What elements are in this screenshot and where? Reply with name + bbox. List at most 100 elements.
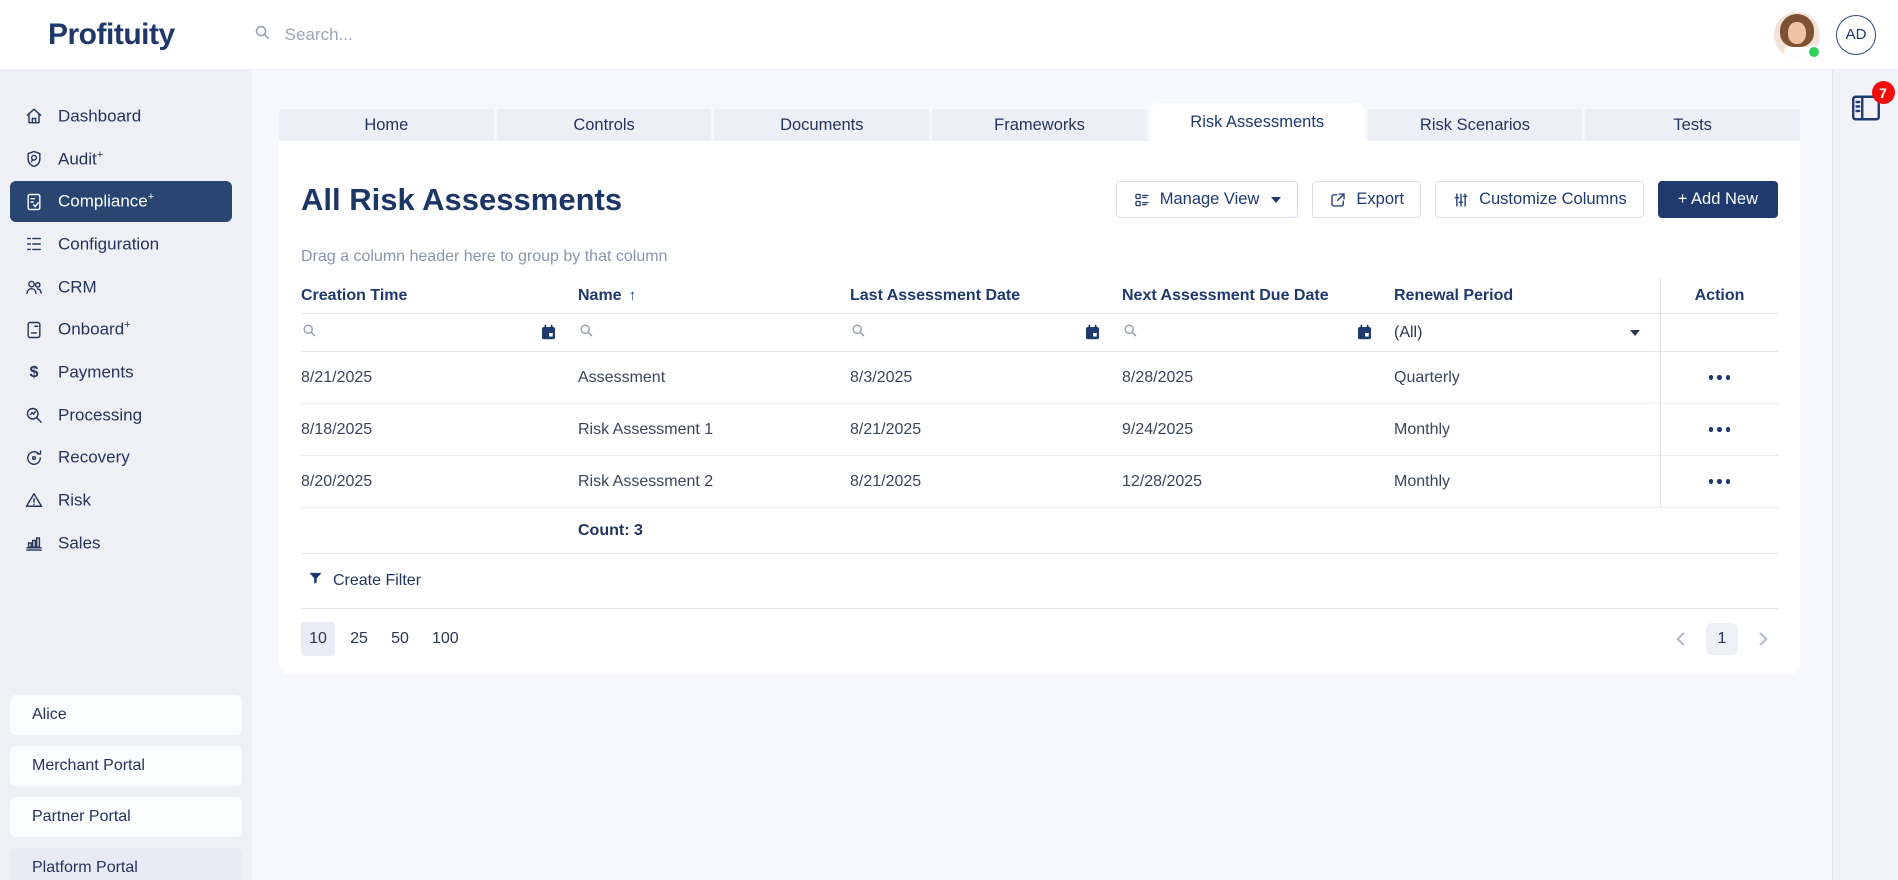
column-header-creation-time[interactable]: Creation Time bbox=[301, 278, 578, 313]
sidebar-item[interactable]: $ Payments bbox=[10, 352, 232, 393]
column-header-next-assessment-due-date[interactable]: Next Assessment Due Date bbox=[1122, 278, 1394, 313]
sidebar-item-label: Processing bbox=[58, 405, 142, 426]
next-assessment-due-date-filter bbox=[1122, 314, 1394, 351]
column-header-renewal-period[interactable]: Renewal Period bbox=[1394, 278, 1660, 313]
risk-assessments-table: Creation Time Name↑ Last Assessment Date… bbox=[301, 278, 1778, 554]
renewal-period-filter-select[interactable]: (All) bbox=[1394, 314, 1660, 351]
cell-creation-time: 8/18/2025 bbox=[301, 421, 578, 439]
tab[interactable]: Risk Assessments bbox=[1150, 103, 1365, 141]
magnifier-icon bbox=[24, 405, 44, 425]
user-avatar[interactable] bbox=[1774, 12, 1820, 58]
sidebar-item-label: Configuration bbox=[58, 234, 159, 255]
tab[interactable]: Risk Scenarios bbox=[1368, 109, 1583, 141]
search-icon bbox=[578, 322, 595, 344]
cell-last-assessment-date: 8/21/2025 bbox=[850, 421, 1122, 439]
current-page-button[interactable]: 1 bbox=[1706, 623, 1738, 655]
account-initials-badge[interactable]: AD bbox=[1836, 15, 1876, 55]
sidebar-item[interactable]: Processing bbox=[10, 395, 232, 436]
sidebar-item[interactable]: Audit+ bbox=[10, 139, 232, 180]
side-panel-icon[interactable]: 7 bbox=[1848, 90, 1884, 129]
next-assessment-due-date-filter-input[interactable] bbox=[1147, 323, 1347, 343]
avatar-face bbox=[1788, 22, 1806, 44]
dollar-icon: $ bbox=[24, 362, 44, 382]
sidebar-nav: Dashboard Audit+ Compliance+ Con bbox=[0, 94, 252, 565]
users-icon bbox=[24, 277, 44, 297]
row-actions-ellipsis-button[interactable] bbox=[1701, 367, 1739, 388]
page-size-button[interactable]: 100 bbox=[424, 622, 467, 656]
portal-links: Alice Merchant Portal Partner Portal Pla… bbox=[0, 695, 252, 880]
export-icon bbox=[1329, 191, 1347, 209]
sidebar-item-label: Risk bbox=[58, 490, 91, 511]
customize-columns-button[interactable]: Customize Columns bbox=[1435, 181, 1644, 218]
add-new-button[interactable]: + Add New bbox=[1658, 181, 1778, 218]
home-icon bbox=[24, 106, 44, 126]
cell-name: Risk Assessment 1 bbox=[578, 421, 850, 439]
filter-funnel-icon bbox=[307, 570, 324, 592]
search-icon bbox=[850, 322, 867, 344]
cell-next-assessment-due-date: 8/28/2025 bbox=[1122, 369, 1394, 387]
tab-bar: Home Controls Documents Frameworks Risk … bbox=[279, 103, 1800, 141]
search-icon bbox=[253, 23, 272, 47]
calendar-icon[interactable] bbox=[539, 323, 558, 342]
sidebar-item-label: Compliance+ bbox=[58, 191, 154, 212]
table-header-row: Creation Time Name↑ Last Assessment Date… bbox=[301, 278, 1778, 314]
portal-link[interactable]: Platform Portal bbox=[10, 848, 242, 880]
portal-link[interactable]: Merchant Portal bbox=[10, 746, 242, 786]
search-input[interactable] bbox=[283, 24, 713, 46]
previous-page-chevron-icon[interactable] bbox=[1666, 624, 1696, 654]
tab[interactable]: Home bbox=[279, 109, 494, 141]
page-size-button[interactable]: 25 bbox=[342, 622, 376, 656]
creation-time-filter-input[interactable] bbox=[326, 323, 531, 343]
sidebar-item[interactable]: Onboard+ bbox=[10, 309, 232, 350]
sidebar-item[interactable]: CRM bbox=[10, 267, 232, 308]
online-status-dot bbox=[1807, 45, 1821, 59]
create-filter-button[interactable]: Create Filter bbox=[303, 568, 425, 594]
row-actions-ellipsis-button[interactable] bbox=[1701, 419, 1739, 440]
svg-text:$: $ bbox=[30, 364, 39, 381]
cell-action bbox=[1660, 352, 1778, 403]
sidebar-item[interactable]: Configuration bbox=[10, 224, 232, 265]
manage-view-button[interactable]: Manage View bbox=[1116, 181, 1299, 218]
cell-name: Assessment bbox=[578, 369, 850, 387]
tab[interactable]: Tests bbox=[1585, 109, 1800, 141]
row-actions-ellipsis-button[interactable] bbox=[1701, 471, 1739, 492]
sidebar-item[interactable]: Compliance+ bbox=[10, 181, 232, 222]
sidebar-item[interactable]: Recovery bbox=[10, 437, 232, 478]
cell-renewal-period: Monthly bbox=[1394, 473, 1660, 491]
sidebar-item[interactable]: Risk bbox=[10, 480, 232, 521]
portal-link-label: Alice bbox=[32, 706, 67, 724]
name-filter-input[interactable] bbox=[603, 323, 830, 343]
export-button[interactable]: Export bbox=[1312, 181, 1421, 218]
sidebar-item[interactable]: Dashboard bbox=[10, 96, 232, 137]
next-page-chevron-icon[interactable] bbox=[1748, 624, 1778, 654]
sidebar-item-label: Payments bbox=[58, 362, 134, 383]
sidebar-item-label: Dashboard bbox=[58, 106, 141, 127]
app-logo: Profituity bbox=[48, 18, 175, 52]
last-assessment-date-filter-input[interactable] bbox=[875, 323, 1075, 343]
calendar-icon[interactable] bbox=[1083, 323, 1102, 342]
cell-next-assessment-due-date: 9/24/2025 bbox=[1122, 421, 1394, 439]
portal-link[interactable]: Alice bbox=[10, 695, 242, 735]
sidebar-item[interactable]: Sales bbox=[10, 523, 232, 564]
content-card: All Risk Assessments Manage View bbox=[279, 141, 1800, 674]
column-header-action: Action bbox=[1660, 278, 1778, 313]
export-label: Export bbox=[1356, 190, 1404, 209]
pagination-bar: 10 25 50 100 1 bbox=[301, 609, 1778, 656]
page-size-button[interactable]: 50 bbox=[383, 622, 417, 656]
column-header-last-assessment-date[interactable]: Last Assessment Date bbox=[850, 278, 1122, 313]
column-header-name[interactable]: Name↑ bbox=[578, 278, 850, 313]
global-search bbox=[253, 23, 713, 47]
bar-chart-icon bbox=[24, 533, 44, 553]
portal-link[interactable]: Partner Portal bbox=[10, 797, 242, 837]
tab[interactable]: Controls bbox=[497, 109, 712, 141]
last-assessment-date-filter bbox=[850, 314, 1122, 351]
add-new-label: + Add New bbox=[1678, 190, 1758, 209]
main-area: Home Controls Documents Frameworks Risk … bbox=[252, 70, 1832, 880]
create-filter-bar: Create Filter bbox=[301, 554, 1778, 609]
tab[interactable]: Frameworks bbox=[932, 109, 1147, 141]
cell-renewal-period: Monthly bbox=[1394, 421, 1660, 439]
row-count: Count: 3 bbox=[578, 522, 850, 540]
tab[interactable]: Documents bbox=[714, 109, 929, 141]
calendar-icon[interactable] bbox=[1355, 323, 1374, 342]
page-size-button[interactable]: 10 bbox=[301, 622, 335, 656]
